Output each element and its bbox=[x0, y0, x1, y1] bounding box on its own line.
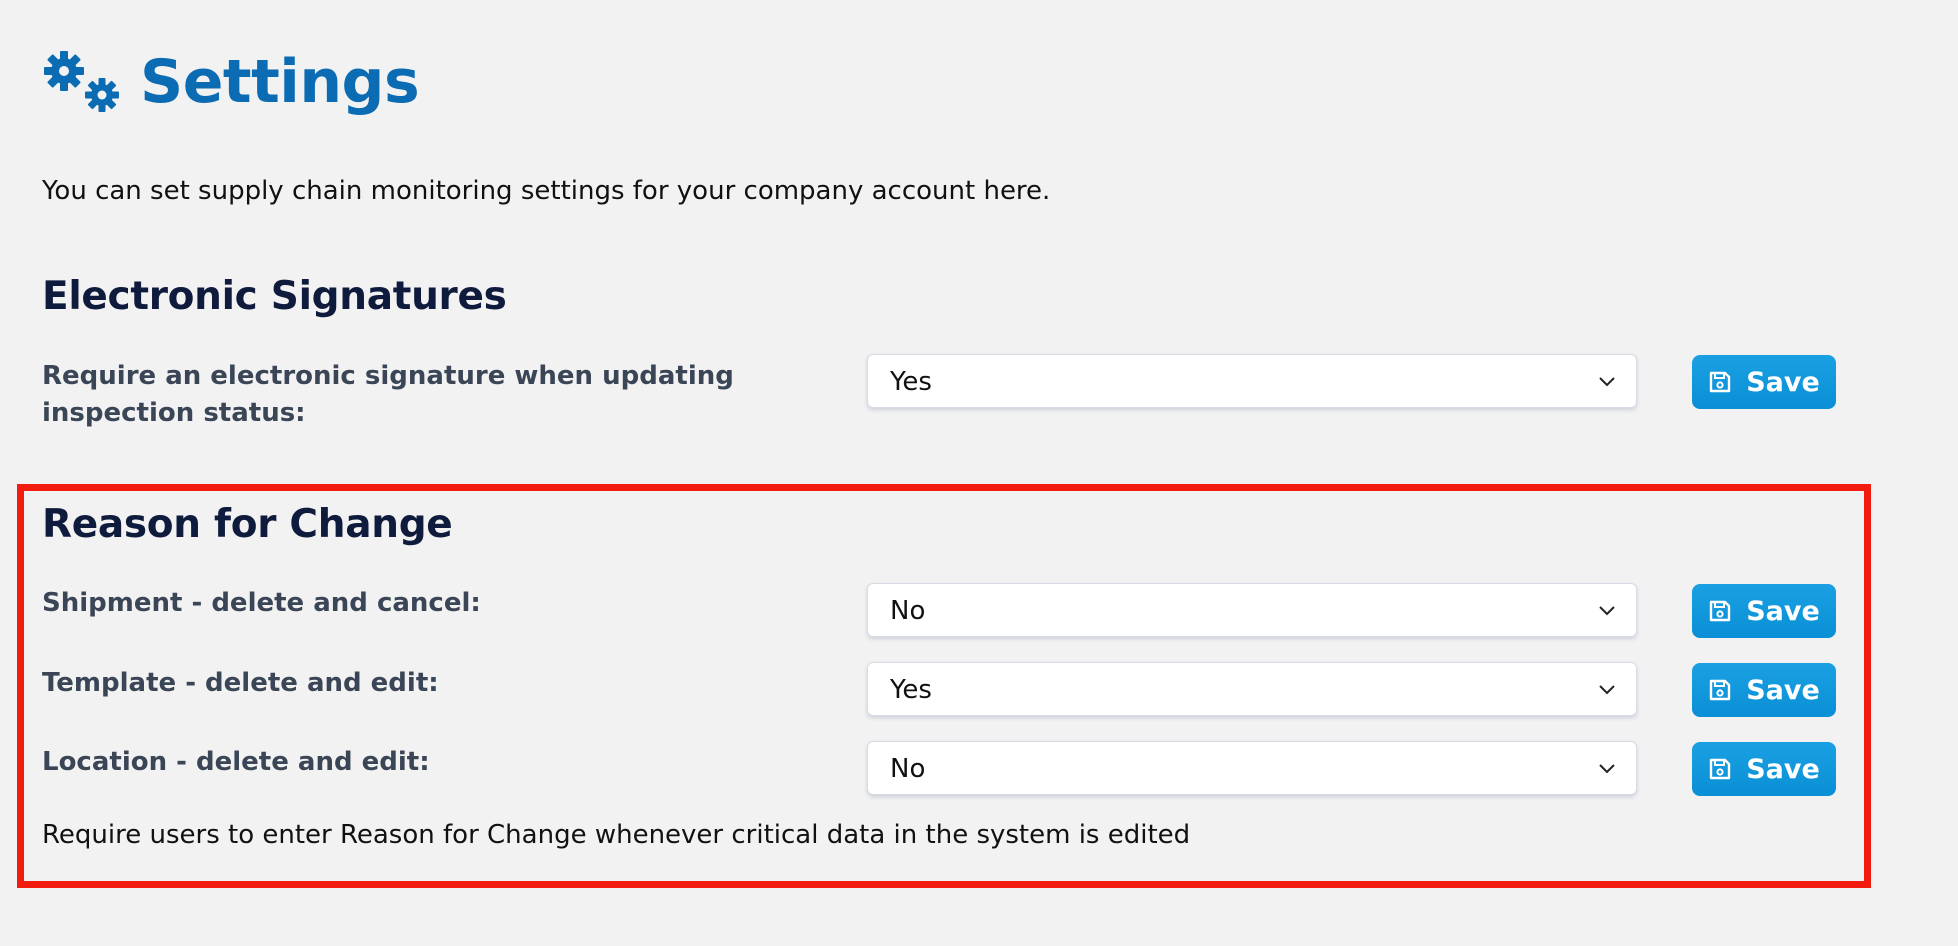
save-icon bbox=[1710, 679, 1731, 701]
select-value: No bbox=[890, 754, 926, 784]
intro-text: You can set supply chain monitoring sett… bbox=[42, 176, 1051, 206]
shipment-select[interactable]: No bbox=[867, 583, 1637, 637]
save-icon bbox=[1710, 371, 1731, 393]
location-save-button[interactable]: Save bbox=[1692, 742, 1836, 796]
esignature-save-button[interactable]: Save bbox=[1692, 355, 1836, 409]
page-header: Settings bbox=[42, 42, 420, 122]
shipment-label: Shipment - delete and cancel: bbox=[42, 588, 481, 618]
template-select[interactable]: Yes bbox=[867, 662, 1637, 716]
save-label: Save bbox=[1746, 595, 1820, 627]
chevron-down-icon bbox=[1599, 685, 1615, 695]
chevron-down-icon bbox=[1599, 377, 1615, 387]
save-label: Save bbox=[1746, 366, 1820, 398]
reason-for-change-note: Require users to enter Reason for Change… bbox=[42, 820, 1191, 850]
save-icon bbox=[1710, 758, 1731, 780]
select-value: No bbox=[890, 596, 926, 626]
template-label: Template - delete and edit: bbox=[42, 668, 439, 698]
gears-icon bbox=[44, 51, 119, 112]
section-title-electronic-signatures: Electronic Signatures bbox=[42, 274, 507, 319]
select-value: Yes bbox=[890, 675, 932, 705]
save-label: Save bbox=[1746, 674, 1820, 706]
select-value: Yes bbox=[890, 367, 932, 397]
location-select[interactable]: No bbox=[867, 741, 1637, 795]
esignature-select[interactable]: Yes bbox=[867, 354, 1637, 408]
page-title: Settings bbox=[140, 47, 420, 117]
chevron-down-icon bbox=[1599, 764, 1615, 774]
save-label: Save bbox=[1746, 753, 1820, 785]
location-label: Location - delete and edit: bbox=[42, 747, 430, 777]
settings-page: Settings You can set supply chain monito… bbox=[0, 0, 1958, 946]
chevron-down-icon bbox=[1599, 606, 1615, 616]
section-title-reason-for-change: Reason for Change bbox=[42, 502, 453, 547]
shipment-save-button[interactable]: Save bbox=[1692, 584, 1836, 638]
save-icon bbox=[1710, 600, 1731, 622]
template-save-button[interactable]: Save bbox=[1692, 663, 1836, 717]
esignature-label: Require an electronic signature when upd… bbox=[42, 361, 734, 428]
